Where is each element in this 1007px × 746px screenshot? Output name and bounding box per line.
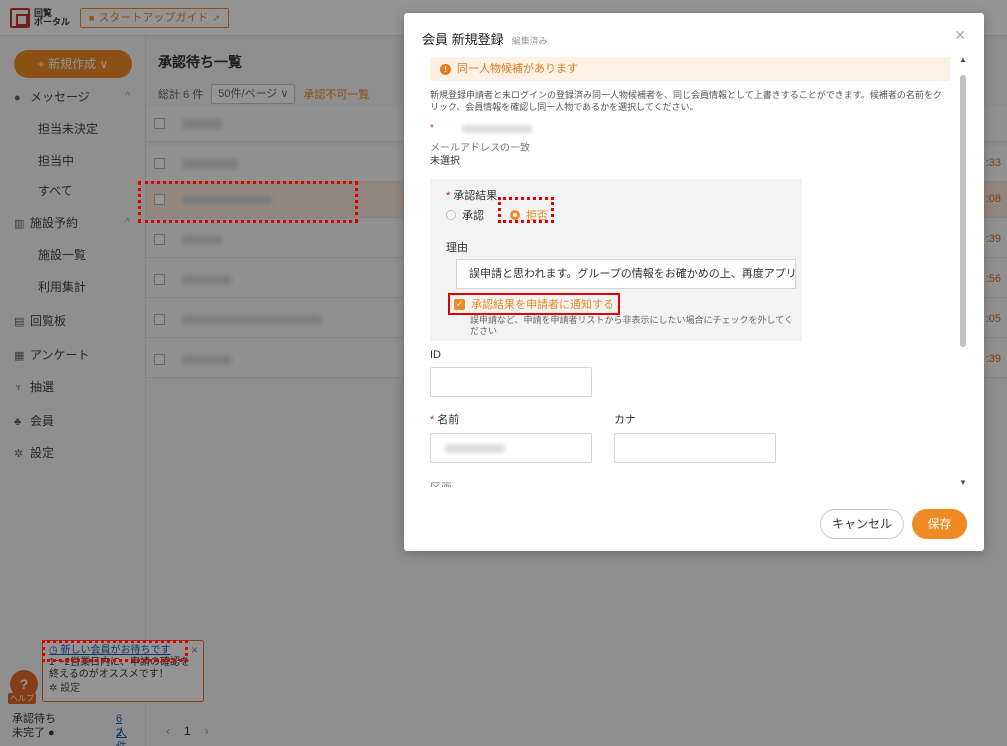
radio-approve[interactable]: 承認 bbox=[446, 207, 484, 223]
id-input[interactable] bbox=[430, 367, 592, 397]
approval-label: 承認結果 bbox=[453, 190, 498, 202]
modal-footer: キャンセル 保存 bbox=[404, 497, 984, 551]
close-icon[interactable]: ✕ bbox=[954, 27, 966, 44]
email-match-value: 未選択 bbox=[430, 156, 460, 167]
scroll-up-icon[interactable]: ▲ bbox=[959, 55, 967, 64]
modal-scrollbar[interactable]: ▲ ▼ bbox=[957, 55, 969, 487]
alert-icon: ! bbox=[440, 63, 451, 75]
edited-badge: 編集済み bbox=[511, 36, 548, 46]
modal-title: 会員 新規登録 bbox=[422, 32, 504, 47]
notify-help-text: 誤申請など、申請を申請者リストから非表示にしたい場合にチェックを外してください bbox=[470, 315, 794, 336]
candidate-name[interactable] bbox=[462, 125, 532, 133]
id-label: ID bbox=[430, 349, 441, 361]
radio-dot bbox=[446, 210, 456, 220]
notify-label: 承認結果を申請者に通知する bbox=[471, 299, 614, 311]
required-mark: * bbox=[430, 123, 434, 134]
name-label: 名前 bbox=[437, 414, 460, 426]
reason-label: 理由 bbox=[446, 242, 468, 254]
modal-body: ! 同一人物候補があります 新規登録申請者と未ログインの登録済み同一人物候補者を… bbox=[422, 55, 958, 487]
member-registration-modal: 会員 新規登録 編集済み ✕ ! 同一人物候補があります 新規登録申請者と未ログ… bbox=[404, 13, 984, 551]
scroll-down-icon[interactable]: ▼ bbox=[959, 478, 967, 487]
name-input[interactable] bbox=[430, 433, 592, 463]
description-text: 新規登録申請者と未ログインの登録済み同一人物候補者を、同じ会員情報として上書きす… bbox=[430, 90, 942, 112]
checkmark-icon: ✓ bbox=[454, 298, 465, 310]
kana-input[interactable] bbox=[614, 433, 776, 463]
save-button[interactable]: 保存 bbox=[912, 509, 967, 539]
duplicate-warning: ! 同一人物候補があります bbox=[430, 57, 950, 81]
cancel-button[interactable]: キャンセル bbox=[820, 509, 904, 539]
annotation-notice-highlight bbox=[42, 640, 188, 662]
annotation-row-highlight bbox=[138, 181, 358, 223]
reason-input[interactable]: 誤申請と思われます。グループの情報をお確かめの上、再度アプリ登録 bbox=[456, 259, 796, 289]
approval-section: * 承認結果 承認 拒否 理由 誤申請と思われます。グループの情報をお確かめの上、… bbox=[430, 179, 802, 341]
scrollbar-thumb[interactable] bbox=[960, 75, 966, 347]
notify-checkbox[interactable]: ✓ 承認結果を申請者に通知する bbox=[448, 293, 620, 315]
kana-label: カナ bbox=[614, 414, 636, 426]
annotation-reject-highlight bbox=[498, 197, 554, 223]
warning-text: 同一人物候補があります bbox=[457, 63, 578, 75]
section-label: 区画 bbox=[430, 479, 452, 487]
